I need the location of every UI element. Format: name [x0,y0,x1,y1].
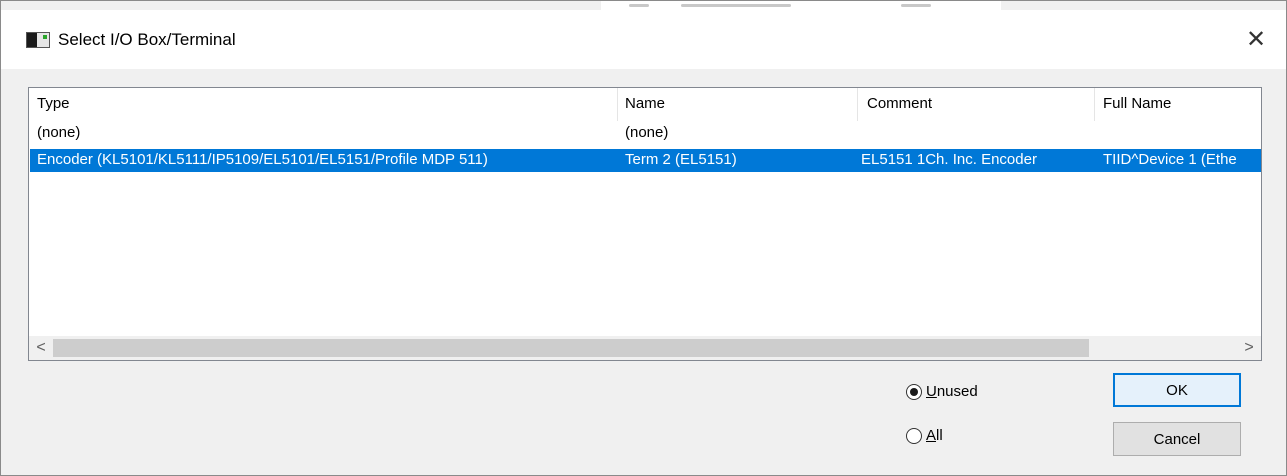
ok-button[interactable]: OK [1113,373,1241,407]
scrollbar-thumb[interactable] [53,339,1089,357]
column-header-type[interactable]: Type [37,95,70,112]
table-row[interactable]: (none) (none) [30,122,1261,145]
dialog-title: Select I/O Box/Terminal [58,30,236,49]
app-window-icon [26,32,50,48]
radio-circle [906,427,922,444]
close-icon: ✕ [1245,26,1267,53]
title-bar: Select I/O Box/Terminal ✕ [1,10,1286,69]
list-header: Type Name Comment Full Name [29,88,1261,121]
cell-comment: EL5151 1Ch. Inc. Encoder [861,151,1037,168]
radio-all-label: All [926,427,943,444]
cell-name: (none) [625,124,669,141]
cell-type: (none) [37,124,81,141]
radio-circle [906,383,922,400]
scroll-right-arrow-icon[interactable]: > [1237,336,1261,360]
select-io-dialog: Select I/O Box/Terminal ✕ Type Name Comm… [0,0,1287,476]
radio-all[interactable]: All [906,427,943,444]
radio-unused[interactable]: Unused [906,383,978,400]
column-header-comment[interactable]: Comment [867,95,932,112]
cell-full-name: TIID^Device 1 (Ethe [1103,151,1237,168]
cancel-button[interactable]: Cancel [1113,422,1241,456]
close-button[interactable]: ✕ [1226,10,1286,69]
cell-name: Term 2 (EL5151) [625,151,737,168]
background-window-strip [601,1,1001,10]
column-header-name[interactable]: Name [625,95,665,112]
cell-type: Encoder (KL5101/KL5111/IP5109/EL5101/EL5… [37,151,488,168]
scroll-left-arrow-icon[interactable]: < [29,336,53,360]
column-header-full-name[interactable]: Full Name [1103,95,1171,112]
table-row-selected[interactable]: Encoder (KL5101/KL5111/IP5109/EL5101/EL5… [30,149,1261,172]
horizontal-scrollbar[interactable]: < > [29,336,1261,360]
radio-unused-label: Unused [926,383,978,400]
device-list[interactable]: Type Name Comment Full Name (none) (none… [28,87,1262,361]
